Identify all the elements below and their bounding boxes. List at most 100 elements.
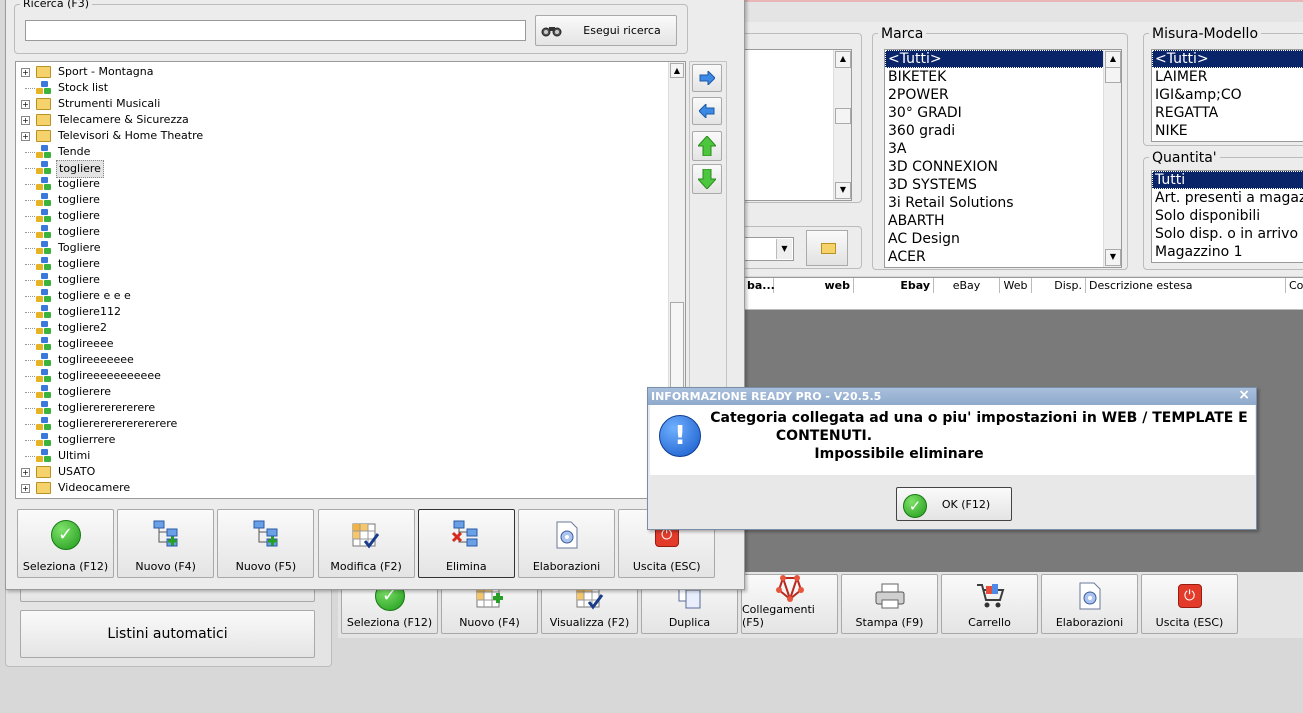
listini-automatici-button[interactable]: Listini automatici [20, 610, 315, 658]
expand-icon[interactable]: + [21, 116, 30, 125]
expand-icon[interactable]: + [21, 132, 30, 141]
marca-item[interactable]: AC Design [885, 230, 1121, 248]
marca-item[interactable]: ABARTH [885, 212, 1121, 230]
marca-item[interactable]: 3D SYSTEMS [885, 176, 1121, 194]
search-input[interactable] [25, 20, 526, 41]
tree-item[interactable]: + USATO [16, 464, 656, 480]
tree-item[interactable]: togliere [16, 208, 656, 224]
marca-item[interactable]: 2POWER [885, 86, 1121, 104]
grid-col-header[interactable]: Disp. [1032, 278, 1086, 293]
tree-item[interactable]: toglierererererere [16, 400, 656, 416]
tree-item[interactable]: togliere [16, 256, 656, 272]
tree-item[interactable]: + Telecamere & Sicurezza [16, 112, 656, 128]
tree-item[interactable]: togliere2 [16, 320, 656, 336]
quantita-item[interactable]: Magazzino 1 [1152, 243, 1303, 261]
tree-item[interactable]: togliere112 [16, 304, 656, 320]
tree-item[interactable]: toglierrere [16, 432, 656, 448]
close-icon[interactable]: × [1238, 387, 1250, 403]
toolbar-button[interactable]: ⏻ Uscita (ESC) [1141, 574, 1238, 634]
hidden-listbox[interactable]: ▲ ▼ [742, 49, 852, 201]
move-down-button[interactable] [692, 164, 722, 194]
grid-col-header[interactable]: Web [1000, 278, 1032, 293]
misura-item[interactable]: REGATTA [1152, 104, 1303, 122]
toolbar-button[interactable]: Elaborazioni [1041, 574, 1138, 634]
dialog-button[interactable]: Elaborazioni [518, 509, 615, 578]
marca-item[interactable]: 30° GRADI [885, 104, 1121, 122]
quantita-item[interactable]: Tutti [1152, 171, 1303, 189]
hidden-listbox-scrollbar[interactable]: ▲ ▼ [833, 50, 851, 200]
tree-item[interactable]: togliere [16, 192, 656, 208]
ok-button[interactable]: ✓ OK (F12) [896, 487, 1012, 521]
misura-listbox[interactable]: <Tutti> LAIMER IGI&amp;CO REGATTA NIKE [1151, 49, 1303, 142]
move-up-button[interactable] [692, 131, 722, 161]
misura-item[interactable]: NIKE [1152, 122, 1303, 140]
tree-item[interactable]: + Sport - Montagna [16, 64, 656, 80]
dialog-button[interactable]: Nuovo (F5) [217, 509, 315, 578]
dialog-button[interactable]: Elimina [417, 509, 515, 578]
misura-item[interactable]: <Tutti> [1152, 50, 1303, 68]
marca-item[interactable]: 3i Retail Solutions [885, 194, 1121, 212]
tree-item[interactable]: Stock list [16, 80, 656, 96]
misura-item[interactable]: IGI&amp;CO [1152, 86, 1303, 104]
expand-icon[interactable]: + [21, 68, 30, 77]
grid-col-header[interactable]: Ebay [854, 278, 934, 293]
quantita-item[interactable]: Solo disp. o in arrivo [1152, 225, 1303, 243]
tree-item[interactable]: toglireeee [16, 336, 656, 352]
tree-item[interactable]: togliere [16, 272, 656, 288]
scroll-thumb[interactable] [1105, 67, 1121, 83]
tree-item[interactable]: togliere [16, 160, 656, 178]
search-button[interactable]: Esegui ricerca [535, 15, 677, 46]
tree-item[interactable]: + Televisori & Home Theatre [16, 128, 656, 144]
move-left-button[interactable] [692, 97, 722, 125]
scroll-up-icon[interactable]: ▲ [670, 63, 684, 78]
toolbar-button[interactable]: Carrello [941, 574, 1038, 634]
marca-item[interactable]: 360 gradi [885, 122, 1121, 140]
tree-item[interactable]: toglierererererererere [16, 416, 656, 432]
grid-col-header[interactable]: Descrizione estesa [1086, 278, 1286, 293]
misura-item[interactable]: LAIMER [1152, 68, 1303, 86]
tree-item[interactable]: togliere [16, 224, 656, 240]
expand-icon[interactable]: + [21, 484, 30, 493]
tree-item[interactable]: + Strumenti Musicali [16, 96, 656, 112]
toolbar-button[interactable]: Stampa (F9) [841, 574, 938, 634]
tree-item[interactable]: togliere [16, 176, 656, 192]
folder-browse-button[interactable] [806, 230, 848, 266]
scroll-down-icon[interactable]: ▼ [1105, 249, 1121, 266]
dialog-button[interactable]: Modifica (F2) [317, 509, 415, 578]
marca-item[interactable]: 3A [885, 140, 1121, 158]
expand-icon[interactable]: + [21, 468, 30, 477]
tree-item[interactable]: toglierere [16, 384, 656, 400]
marca-item[interactable]: BIKETEK [885, 68, 1121, 86]
grid-col-header[interactable]: web [774, 278, 854, 293]
quantita-item[interactable]: Solo disponibili [1152, 207, 1303, 225]
quantita-item[interactable]: Art. presenti a magazz [1152, 189, 1303, 207]
tree-item[interactable]: Tende [16, 144, 656, 160]
tree-item[interactable]: togliere e e e [16, 288, 656, 304]
scroll-down-icon[interactable]: ▼ [835, 182, 851, 199]
expand-icon[interactable]: + [21, 100, 30, 109]
grid-col-header[interactable]: eBay [934, 278, 1000, 293]
toolbar-button[interactable]: Collegamenti (F5) [741, 574, 838, 634]
marca-listbox[interactable]: <Tutti> BIKETEK 2POWER 30° GRADI 360 gradi 3… [884, 49, 1122, 268]
chevron-down-icon[interactable]: ▼ [776, 239, 792, 259]
category-tree[interactable]: + Sport - Montagna Stock list + Strumenti Mu… [15, 61, 686, 499]
marca-scrollbar[interactable]: ▲ ▼ [1103, 50, 1121, 267]
tree-item[interactable]: toglireeeeeee [16, 352, 656, 368]
scroll-up-icon[interactable]: ▲ [1105, 51, 1121, 68]
move-right-button[interactable] [692, 64, 722, 92]
tree-item[interactable]: + Videocamere [16, 480, 656, 496]
marca-item[interactable]: ACER [885, 248, 1121, 266]
quantita-listbox[interactable]: Tutti Art. presenti a magazz Solo disponib… [1151, 170, 1303, 263]
marca-item[interactable]: <Tutti> [885, 50, 1121, 68]
hidden-combobox[interactable]: ▼ [742, 237, 794, 261]
scroll-up-icon[interactable]: ▲ [835, 51, 851, 68]
scroll-thumb[interactable] [835, 108, 851, 124]
grid-col-header[interactable]: ba... [744, 278, 775, 293]
marca-item[interactable]: 3D CONNEXION [885, 158, 1121, 176]
tree-item[interactable]: Ultimi [16, 448, 656, 464]
tree-item[interactable]: Togliere [16, 240, 656, 256]
dialog-button[interactable]: ✓ Seleziona (F12) [17, 509, 114, 578]
grid-col-header[interactable]: Coc [1286, 278, 1303, 293]
dialog-button[interactable]: Nuovo (F4) [117, 509, 215, 578]
tree-item[interactable]: toglireeeeeeeeeee [16, 368, 656, 384]
